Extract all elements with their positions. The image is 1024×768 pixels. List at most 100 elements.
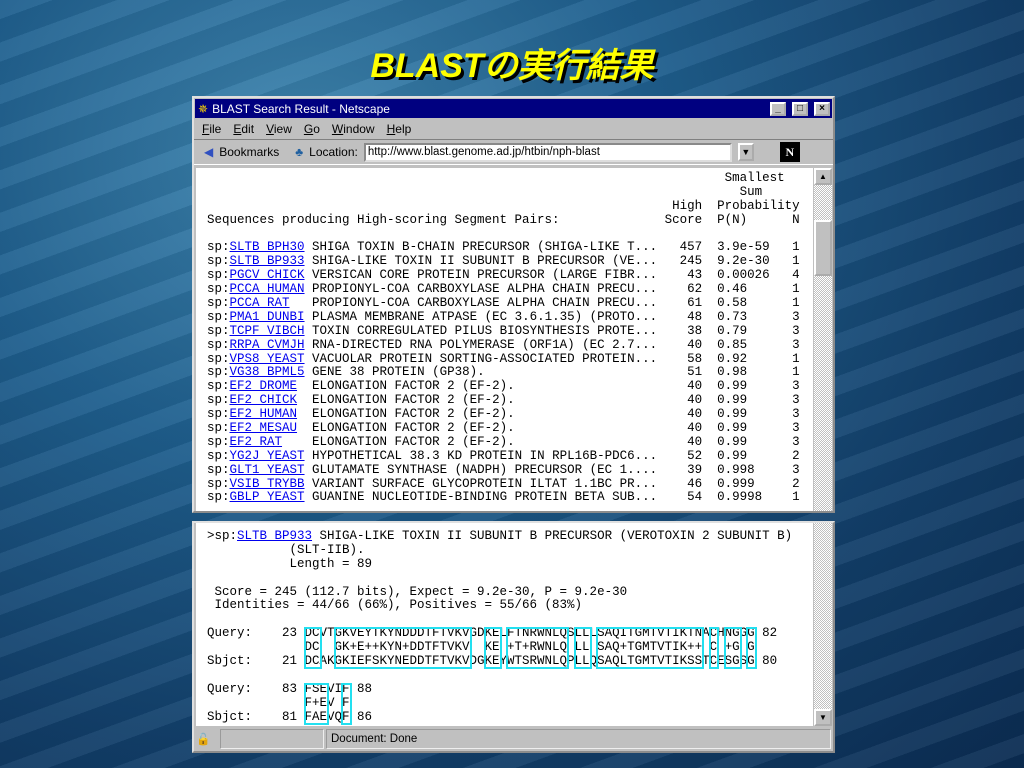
bookmarks-button[interactable]: Bookmarks [219,145,279,159]
menu-window[interactable]: Window [332,122,375,136]
sequence-link[interactable]: SLTB BP933 [237,529,312,543]
sequence-link[interactable]: SLTB BPH30 [230,240,305,255]
description: SHIGA-LIKE TOXIN II SUBUNIT B PRECURSOR … [312,254,665,269]
sequence-link[interactable]: SLTB BP933 [230,254,305,268]
pad [305,310,313,324]
sequence-link[interactable]: PGCV CHICK [230,268,305,282]
high-score: 58 [664,351,703,366]
sequence-link[interactable]: VG38 BPML5 [230,365,305,380]
description: RNA-DIRECTED RNA POLYMERASE (ORF1A) (EC … [312,337,665,352]
sequence-link[interactable]: EF2 RAT [230,435,283,449]
n-count: 1 [792,490,800,505]
db-prefix: sp: [207,407,230,422]
db-prefix: sp: [207,351,230,366]
alignment-pane: >sp:SLTB BP933 SHIGA-LIKE TOXIN II SUBUN… [192,521,835,753]
sequence-link[interactable]: EF2 MESAU [230,421,298,435]
location-icon: ♣ [295,145,304,159]
sequence-link[interactable]: YG2J YEAST [230,449,305,463]
n-count: 3 [792,434,800,449]
probability: 3.9e-59 [702,240,793,255]
pad [297,379,312,393]
minimize-button[interactable]: _ [770,101,786,116]
db-prefix: sp: [207,476,230,491]
menu-edit[interactable]: Edit [233,122,254,136]
pad [305,352,313,366]
sequence-link[interactable]: EF2 DROME [230,379,298,393]
n-count: 3 [792,462,800,477]
pad [290,296,313,310]
db-prefix: sp: [207,296,230,311]
db-prefix: sp: [207,379,230,394]
sequence-link[interactable]: GLT1 YEAST [230,463,305,477]
description: GUANINE NUCLEOTIDE-BINDING PROTEIN BETA … [312,490,665,505]
table-row: sp:EF2 CHICK ELONGATION FACTOR 2 (EF-2).… [207,393,813,408]
menu-help[interactable]: Help [387,122,412,136]
n-count: 1 [792,351,800,366]
high-score: 40 [664,337,703,352]
query-line: Query: 83 FSEVIF 88 [207,681,373,696]
table-row: sp:EF2 RAT ELONGATION FACTOR 2 (EF-2). 4… [207,434,813,450]
high-score: 457 [664,240,703,255]
scroll-down-button[interactable]: ▼ [814,709,832,726]
sequence-link[interactable]: PCCA HUMAN [230,282,305,296]
db-prefix: sp: [207,490,230,505]
sequence-link[interactable]: RRPA CVMJH [230,338,305,352]
maximize-button[interactable]: □ [792,101,808,116]
high-score: 245 [664,254,703,269]
identity-line: Identities = 44/66 (66%), Positives = 55… [207,598,583,613]
db-prefix: sp: [207,240,230,255]
table-row: sp:EF2 DROME ELONGATION FACTOR 2 (EF-2).… [207,379,813,394]
match-line: DC GK+E++KYN+DDTFTVKV KE +T+RWNLQ LL SAQ… [207,640,755,655]
alignment-block: Query: 83 FSEVIF 88 F+EV F Sbjct: 81 FAEV… [207,681,813,725]
table-row: sp:YG2J YEAST HYPOTHETICAL 38.3 KD PROTE… [207,449,813,464]
match-line: F+EV F [207,695,350,710]
description: SHIGA-LIKE TOXIN II SUBUNIT B PRECURSOR … [312,529,793,543]
high-score: 54 [664,490,703,505]
vertical-scrollbar-bottom[interactable]: ▼ [814,523,832,726]
n-count: 3 [792,379,800,394]
alignment-block: Query: 23 DCVTGKVEYTKYNDDDTFTVKVGDKELFTN… [207,626,813,670]
header-smallest: Smallest [207,171,785,185]
close-button[interactable]: × [814,101,830,116]
db-prefix: sp: [207,254,230,269]
netscape-logo: N [779,142,800,162]
menu-file[interactable]: File [202,122,221,136]
n-count: 1 [792,365,800,380]
pad [282,435,312,449]
bookmarks-icon: ◀ [204,145,214,159]
sequence-link[interactable]: PMA1 DUNBI [230,310,305,324]
location-dropdown-button[interactable]: ▼ [737,143,754,161]
probability: 0.98 [702,365,793,380]
scroll-up-button[interactable]: ▲ [814,168,832,185]
blank [207,572,813,586]
score-line: Score = 245 (112.7 bits), Expect = 9.2e-… [207,584,628,599]
menu-view[interactable]: View [266,122,292,136]
probability: 9.2e-30 [702,254,793,269]
sequence-link[interactable]: TCPF VIBCH [230,324,305,338]
sequence-link[interactable]: VSIB TRYBB [230,477,305,491]
scroll-thumb[interactable] [814,220,832,276]
pad [297,407,312,421]
progress-area [220,729,324,749]
sequence-link[interactable]: EF2 HUMAN [230,407,298,421]
menu-go[interactable]: Go [304,122,320,136]
location-input[interactable]: http://www.blast.genome.ad.jp/htbin/nph-… [363,142,732,162]
probability: 0.99 [702,407,793,422]
subject-line: Sbjct: 21 DCAKGKIEFSKYNEDDTFTVKVDGKEYWTS… [207,654,778,669]
probability: 0.85 [702,337,793,352]
sequence-link[interactable]: PCCA RAT [230,296,290,310]
n-count: 3 [792,309,800,324]
high-score: 40 [664,393,703,408]
db-prefix: sp: [207,462,230,477]
sequence-link[interactable]: EF2 CHICK [230,393,298,407]
window-title: BLAST Search Result - Netscape [212,101,390,116]
location-label: Location: [309,145,358,159]
pad [305,254,313,268]
query-line: Query: 23 DCVTGKVEYTKYNDDDTFTVKVGDKELFTN… [207,626,778,641]
sequence-link[interactable]: VPS8 YEAST [230,352,305,366]
description: VACUOLAR PROTEIN SORTING-ASSOCIATED PROT… [312,351,665,366]
high-score: 48 [664,309,703,324]
vertical-scrollbar[interactable]: ▲ [814,168,832,511]
sequence-link[interactable]: GBLP YEAST [230,490,305,505]
n-count: 3 [792,407,800,422]
